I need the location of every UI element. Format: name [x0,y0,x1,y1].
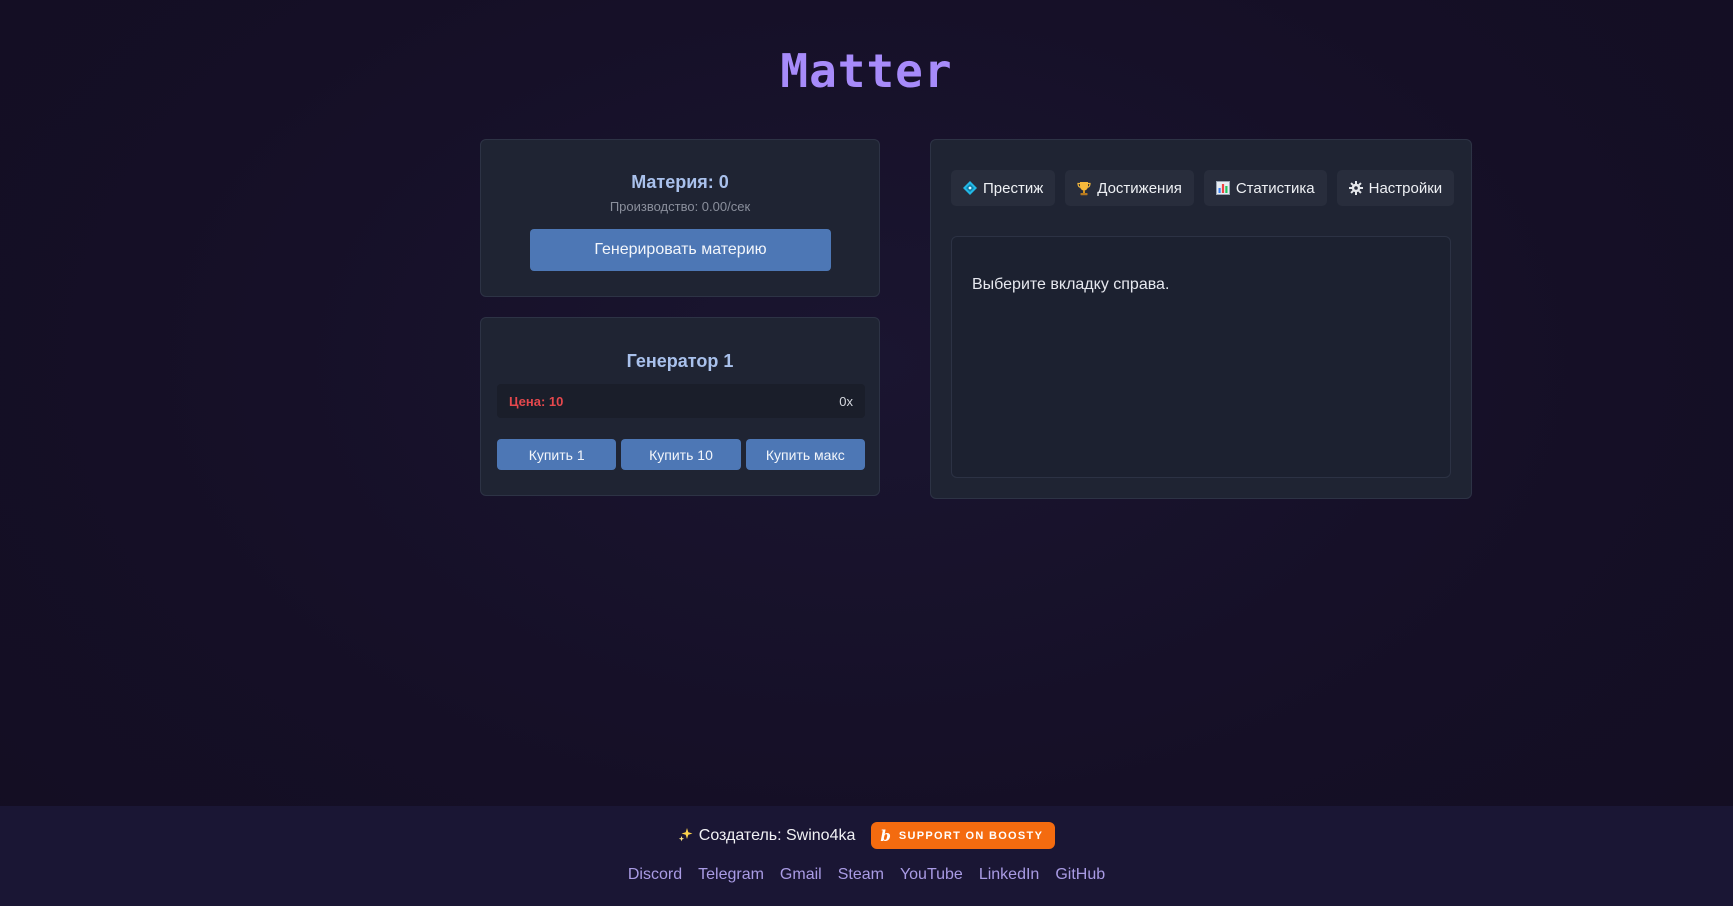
link-youtube[interactable]: YouTube [900,866,963,884]
buy-10-button[interactable]: Купить 10 [621,439,741,470]
boosty-label: SUPPORT ON BOOSTY [898,829,1044,842]
bar-chart-icon [1215,181,1230,195]
prestige-diamond-icon [963,181,977,195]
generator-title: Генератор 1 [626,351,734,371]
link-gmail[interactable]: Gmail [780,866,822,884]
tab-achievements[interactable]: Достижения [1065,170,1194,206]
generator-info: Цена: 10 0x [497,384,865,418]
tabs-card: Престиж Достижения Статистика Настройки [930,139,1472,499]
footer-links: Discord Telegram Gmail Steam YouTube Lin… [0,866,1733,884]
boosty-logo-icon: b [880,826,891,845]
footer: Создатель: Swino4ka b SUPPORT ON BOOSTY … [0,806,1733,906]
buy-max-button[interactable]: Купить макс [745,439,865,470]
production-rate: Производство: 0.00/сек [609,199,751,214]
matter-card: Материя: 0 Производство: 0.00/сек Генери… [480,139,880,297]
link-steam[interactable]: Steam [838,866,884,884]
tab-statistics[interactable]: Статистика [1203,170,1327,206]
tab-statistics-label: Статистика [1235,179,1315,197]
matter-amount: Материя: 0 [631,172,729,192]
tab-bar: Престиж Достижения Статистика Настройки [951,170,1455,206]
tab-achievements-label: Достижения [1097,179,1182,197]
creator-row: Создатель: Swino4ka b SUPPORT ON BOOSTY [0,822,1733,849]
generate-matter-button[interactable]: Генерировать материю [530,229,831,271]
link-telegram[interactable]: Telegram [698,866,764,884]
link-discord[interactable]: Discord [628,866,682,884]
link-linkedin[interactable]: LinkedIn [979,866,1040,884]
tab-settings-label: Настройки [1368,179,1443,197]
generator-card: Генератор 1 Цена: 10 0x Купить 1 Купить … [480,317,880,496]
creator-label: Создатель: Swino4ka [698,826,856,844]
tab-prestige[interactable]: Престиж [951,170,1056,206]
tab-settings[interactable]: Настройки [1336,170,1455,206]
buy-1-button[interactable]: Купить 1 [497,439,617,470]
generator-price: Цена: 10 [509,393,564,409]
trophy-icon [1077,181,1091,196]
link-github[interactable]: GitHub [1055,866,1105,884]
page: Matter Материя: 0 Производство: 0.00/сек… [0,0,1733,906]
generator-owned-count: 0x [839,393,853,409]
tab-content-message: Выберите вкладку справа. [972,276,1170,293]
gear-icon [1348,181,1363,195]
creator-credit: Создатель: Swino4ka [678,826,856,845]
tab-content-panel: Выберите вкладку справа. [951,236,1451,478]
buy-buttons: Купить 1 Купить 10 Купить макс [497,439,865,470]
sparkles-icon [678,827,693,845]
tab-prestige-label: Престиж [983,179,1044,197]
app-title: Matter [780,44,953,98]
boosty-support-button[interactable]: b SUPPORT ON BOOSTY [871,822,1056,849]
